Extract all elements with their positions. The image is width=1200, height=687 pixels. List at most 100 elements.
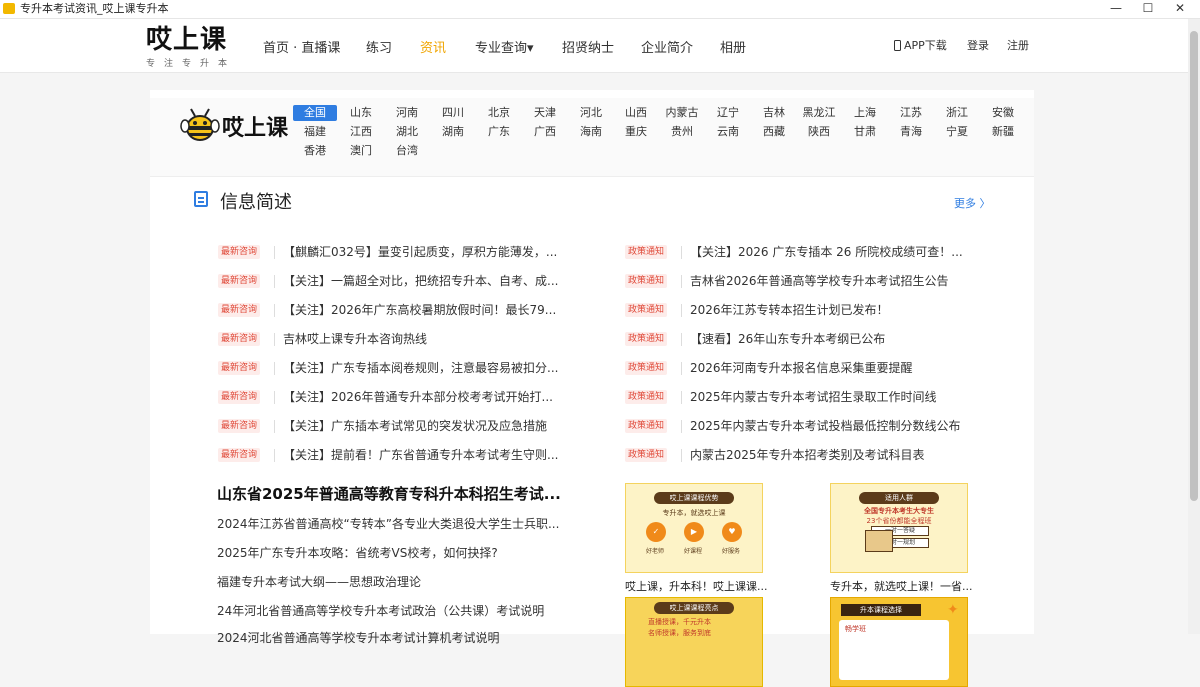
article-headline[interactable]: 山东省2025年普通高等教育专科升本科招生考试...	[217, 483, 561, 504]
promo-caption[interactable]: 哎上课，升本科！哎上课课...	[625, 578, 768, 594]
separator	[274, 362, 275, 375]
region-item[interactable]: 浙江	[935, 105, 979, 120]
news-title[interactable]: 2025年内蒙古专升本考试投档最低控制分数线公布	[690, 417, 961, 435]
news-title[interactable]: 【速看】26年山东专升本考纲已公布	[690, 330, 885, 348]
course-icon: ▶	[684, 522, 704, 542]
logo-text: 哎上课	[146, 25, 228, 55]
box-icon	[865, 530, 893, 552]
region-item[interactable]: 云南	[706, 124, 750, 139]
promo-card-advantages[interactable]: 哎上课课程优势 专升本，就选哎上课 ✓ ▶ ♥ 好老师 好课程 好服务	[625, 483, 763, 573]
region-item[interactable]: 宁夏	[935, 124, 979, 139]
news-title[interactable]: 【关注】广东插本考试常见的突发状况及应急措施	[283, 417, 547, 435]
region-item[interactable]: 内蒙古	[660, 105, 704, 120]
nav-major-query[interactable]: 专业查询▾	[475, 37, 534, 56]
region-item[interactable]: 福建	[293, 124, 337, 139]
news-title[interactable]: 【关注】2026年广东高校暑期放假时间！最长79...	[283, 301, 556, 319]
region-item[interactable]: 海南	[569, 124, 613, 139]
nav-recruit[interactable]: 招贤纳士	[562, 37, 614, 56]
login-link[interactable]: 登录	[967, 37, 989, 53]
region-item[interactable]: 江西	[339, 124, 383, 139]
app-download-link[interactable]: APP下载	[894, 37, 947, 53]
region-item[interactable]: 吉林	[752, 105, 796, 120]
region-item[interactable]: 全国	[293, 105, 337, 121]
region-item[interactable]: 湖南	[431, 124, 475, 139]
separator	[274, 246, 275, 259]
region-item[interactable]: 山西	[614, 105, 658, 120]
region-item[interactable]: 江苏	[889, 105, 933, 120]
article-item[interactable]: 2024年江苏省普通高校“专转本”各专业大类退役大学生士兵职...	[217, 515, 559, 532]
close-button[interactable]: ✕	[1160, 0, 1200, 18]
category-tag: 政策通知	[625, 419, 668, 433]
news-title[interactable]: 内蒙古2025年专升本招考类别及考试科目表	[690, 446, 925, 464]
region-item[interactable]: 甘肃	[843, 124, 887, 139]
region-item[interactable]: 青海	[889, 124, 933, 139]
news-title[interactable]: 2026年河南专升本报名信息采集重要提醒	[690, 359, 913, 377]
bee-icon	[180, 108, 220, 141]
site-header: 哎上课 专注专升本 首页 · 直播课 练习 资讯 专业查询▾ 招贤纳士 企业简介…	[0, 19, 1188, 73]
region-item[interactable]: 陕西	[797, 124, 841, 139]
promo-card-highlights[interactable]: 哎上课课程亮点 直播授课，千元升本 名师授课，服务到底	[625, 597, 763, 687]
document-icon	[194, 191, 208, 207]
region-item[interactable]: 河南	[385, 105, 429, 120]
category-tag: 政策通知	[625, 274, 668, 288]
promo-card-audience[interactable]: 适用人群 全国专升本考生大专生 23个省份都能全程班 一对一答疑 一对一规划	[830, 483, 968, 573]
news-title[interactable]: 【关注】一篇超全对比，把统招专升本、自考、成...	[283, 272, 558, 290]
region-item[interactable]: 台湾	[385, 143, 429, 158]
nav-album[interactable]: 相册	[720, 37, 746, 56]
article-item[interactable]: 福建专升本考试大纲——思想政治理论	[217, 573, 421, 590]
separator	[681, 333, 682, 346]
region-item[interactable]: 香港	[293, 143, 337, 158]
region-item[interactable]: 安徽	[981, 105, 1025, 120]
region-item[interactable]: 上海	[843, 105, 887, 120]
category-tag: 政策通知	[625, 245, 668, 259]
separator	[274, 420, 275, 433]
region-item[interactable]: 新疆	[981, 124, 1025, 139]
card-banner: 升本课程选择	[841, 604, 921, 616]
region-item[interactable]: 贵州	[660, 124, 704, 139]
region-item[interactable]: 西藏	[752, 124, 796, 139]
region-item[interactable]: 河北	[569, 105, 613, 120]
register-link[interactable]: 注册	[1007, 37, 1029, 53]
region-item[interactable]: 重庆	[614, 124, 658, 139]
news-title[interactable]: 【关注】广东专插本阅卷规则，注意最容易被扣分...	[283, 359, 558, 377]
news-title[interactable]: 【关注】提前看！广东省普通专升本考试考生守则...	[283, 446, 558, 464]
window-titlebar: 专升本考试资讯_哎上课专升本 — ☐ ✕	[0, 0, 1200, 19]
nav-home[interactable]: 首页 · 直播课	[263, 37, 340, 56]
region-item[interactable]: 辽宁	[706, 105, 750, 120]
category-tag: 政策通知	[625, 448, 668, 462]
news-title[interactable]: 吉林哎上课专升本咨询热线	[283, 330, 427, 348]
more-link[interactable]: 更多 〉	[954, 195, 991, 211]
region-item[interactable]: 湖北	[385, 124, 429, 139]
region-item[interactable]: 黑龙江	[797, 105, 841, 120]
news-title[interactable]: 【关注】2026 广东专插本 26 所院校成绩可查！...	[690, 243, 963, 261]
region-item[interactable]: 四川	[431, 105, 475, 120]
page-scrollbar[interactable]	[1188, 19, 1200, 634]
category-tag: 政策通知	[625, 361, 668, 375]
news-title[interactable]: 【关注】2026年普通专升本部分校考考试开始打...	[283, 388, 553, 406]
region-item[interactable]: 广西	[523, 124, 567, 139]
category-tag: 政策通知	[625, 303, 668, 317]
news-title[interactable]: 吉林省2026年普通高等学校专升本考试招生公告	[690, 272, 949, 290]
region-item[interactable]: 北京	[477, 105, 521, 120]
promo-caption[interactable]: 专升本，就选哎上课！一省...	[830, 578, 973, 594]
nav-practice[interactable]: 练习	[366, 37, 392, 56]
separator	[274, 333, 275, 346]
nav-about[interactable]: 企业简介	[641, 37, 693, 56]
region-item[interactable]: 澳门	[339, 143, 383, 158]
news-title[interactable]: 2026年江苏专转本招生计划已发布！	[690, 301, 889, 319]
nav-news[interactable]: 资讯	[420, 37, 446, 56]
region-item[interactable]: 天津	[523, 105, 567, 120]
news-title[interactable]: 2025年内蒙古专升本考试招生录取工作时间线	[690, 388, 937, 406]
star-icon: ✦	[947, 602, 959, 618]
separator	[274, 449, 275, 462]
promo-card-course-select[interactable]: 升本课程选择 畅学班 ✦	[830, 597, 968, 687]
region-item[interactable]: 山东	[339, 105, 383, 120]
article-item[interactable]: 24年河北省普通高等学校专升本考试政治（公共课）考试说明	[217, 602, 544, 619]
region-item[interactable]: 广东	[477, 124, 521, 139]
article-item[interactable]: 2024河北省普通高等学校专升本考试计算机考试说明	[217, 629, 500, 646]
site-logo[interactable]: 哎上课 专注专升本	[146, 25, 236, 69]
scrollbar-thumb[interactable]	[1190, 31, 1198, 501]
article-item[interactable]: 2025年广东专升本攻略：省统考VS校考，如何抉择?	[217, 544, 498, 561]
news-title[interactable]: 【麒麟汇032号】量变引起质变，厚积方能薄发，...	[283, 243, 557, 261]
section-title: 信息简述	[220, 192, 292, 213]
